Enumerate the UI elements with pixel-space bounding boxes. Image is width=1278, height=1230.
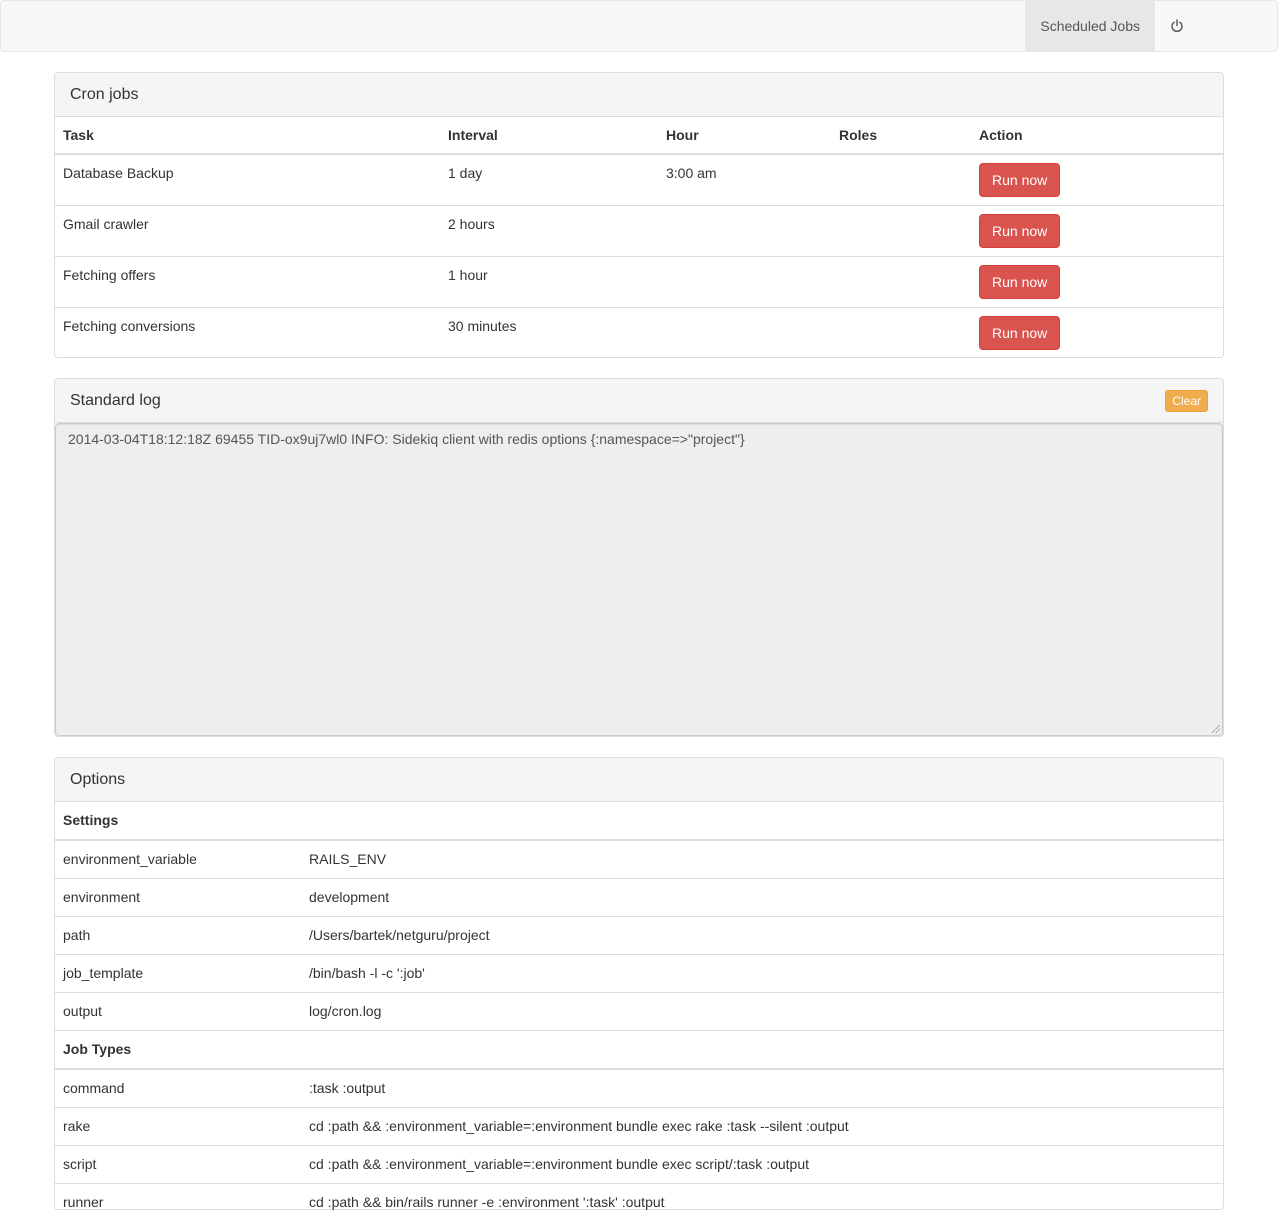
column-header-hour: Hour — [658, 117, 831, 155]
interval-cell: 30 minutes — [440, 306, 658, 358]
option-value: /Users/bartek/netguru/project — [301, 916, 1223, 955]
interval-cell: 2 hours — [440, 204, 658, 256]
option-key: environment — [55, 878, 301, 917]
panel-title: Cron jobs — [70, 85, 139, 103]
action-cell: Run now — [971, 204, 1223, 256]
table-row: job_template /bin/bash -l -c ':job' — [55, 954, 1223, 993]
options-panel: Options Settings environment_variable RA… — [54, 757, 1224, 1221]
run-now-button[interactable]: Run now — [979, 315, 1061, 350]
navbar-right: Scheduled Jobs — [1025, 1, 1199, 51]
run-now-button[interactable]: Run now — [979, 163, 1061, 197]
interval-cell: 1 day — [448, 165, 483, 181]
option-value: cd :path && bin/rails runner -e :environ… — [301, 1183, 1223, 1221]
option-key: script — [55, 1145, 301, 1184]
nav-scheduled-jobs[interactable]: Scheduled Jobs — [1025, 1, 1155, 51]
option-key: job_template — [55, 954, 301, 993]
cron-jobs-table: Task Interval Hour Roles Action Database… — [55, 117, 1223, 358]
column-header-action: Action — [971, 117, 1223, 155]
option-value: cd :path && :environment_variable=:envir… — [301, 1107, 1223, 1146]
table-row: rake cd :path && :environment_variable=:… — [55, 1107, 1223, 1146]
table-row: Fetching conversions 30 minutes Run now — [55, 306, 1223, 358]
option-key: command — [55, 1068, 301, 1108]
power-icon — [1171, 19, 1183, 33]
roles-cell — [831, 306, 971, 358]
options-heading: Options — [55, 758, 1223, 802]
table-row: environment_variable RAILS_ENV — [55, 839, 1223, 879]
power-button[interactable] — [1155, 1, 1199, 51]
table-row: Database Backup 1 day 3:00 am Run now — [55, 154, 1223, 205]
task-cell: Database Backup — [63, 165, 174, 181]
hour-cell — [658, 306, 831, 358]
table-row: path /Users/bartek/netguru/project — [55, 916, 1223, 955]
table-row: Gmail crawler 2 hours Run now — [55, 204, 1223, 256]
cron-jobs-panel: Cron jobs Task Interval Hour Roles Actio… — [54, 72, 1224, 358]
job-types-heading: Job Types — [55, 1030, 1223, 1070]
standard-log-heading: Standard log Clear — [55, 379, 1223, 423]
section-row: Job Types — [55, 1030, 1223, 1070]
task-cell: Fetching offers — [55, 255, 440, 307]
resize-handle-icon[interactable] — [1212, 725, 1220, 733]
table-row: output log/cron.log — [55, 992, 1223, 1031]
table-header-row: Task Interval Hour Roles Action — [55, 117, 1223, 155]
table-row: command :task :output — [55, 1068, 1223, 1108]
table-row: Fetching offers 1 hour Run now — [55, 255, 1223, 307]
option-key: output — [55, 992, 301, 1031]
column-header-roles: Roles — [831, 117, 971, 155]
option-value: cd :path && :environment_variable=:envir… — [301, 1145, 1223, 1184]
action-cell: Run now — [971, 154, 1223, 205]
table-row: runner cd :path && bin/rails runner -e :… — [55, 1183, 1223, 1221]
column-header-task: Task — [55, 117, 440, 155]
panel-title: Options — [70, 770, 126, 788]
options-table: Settings environment_variable RAILS_ENV … — [55, 802, 1223, 1221]
interval-cell: 1 hour — [440, 255, 658, 307]
table-row: script cd :path && :environment_variable… — [55, 1145, 1223, 1184]
run-now-button[interactable]: Run now — [979, 264, 1061, 299]
option-key: path — [55, 916, 301, 955]
option-value: development — [301, 878, 1223, 917]
roles-cell — [831, 154, 971, 205]
task-cell: Fetching conversions — [55, 306, 440, 358]
log-textarea[interactable]: 2014-03-04T18:12:18Z 69455 TID-ox9uj7wl0… — [55, 423, 1223, 736]
option-key: environment_variable — [55, 839, 301, 879]
task-cell: Gmail crawler — [55, 204, 440, 256]
hour-cell: 3:00 am — [666, 165, 717, 181]
option-value: :task :output — [301, 1068, 1223, 1108]
option-value: log/cron.log — [301, 992, 1223, 1031]
cron-jobs-heading: Cron jobs — [55, 73, 1223, 117]
action-cell: Run now — [971, 306, 1223, 358]
navbar: Scheduled Jobs — [0, 0, 1278, 52]
action-cell: Run now — [971, 255, 1223, 307]
column-header-interval: Interval — [440, 117, 658, 155]
roles-cell — [831, 204, 971, 256]
option-value: RAILS_ENV — [301, 839, 1223, 879]
log-content: 2014-03-04T18:12:18Z 69455 TID-ox9uj7wl0… — [68, 431, 745, 447]
option-value: /bin/bash -l -c ':job' — [301, 954, 1223, 993]
option-key: rake — [55, 1107, 301, 1146]
panel-title: Standard log — [70, 391, 161, 409]
option-key: runner — [55, 1183, 301, 1221]
clear-button[interactable]: Clear — [1165, 389, 1208, 412]
hour-cell — [658, 255, 831, 307]
table-row: environment development — [55, 878, 1223, 917]
hour-cell — [658, 204, 831, 256]
standard-log-panel: Standard log Clear 2014-03-04T18:12:18Z … — [54, 378, 1224, 737]
roles-cell — [831, 255, 971, 307]
section-row: Settings — [55, 802, 1223, 841]
settings-heading: Settings — [55, 802, 1223, 841]
run-now-button[interactable]: Run now — [979, 213, 1061, 248]
